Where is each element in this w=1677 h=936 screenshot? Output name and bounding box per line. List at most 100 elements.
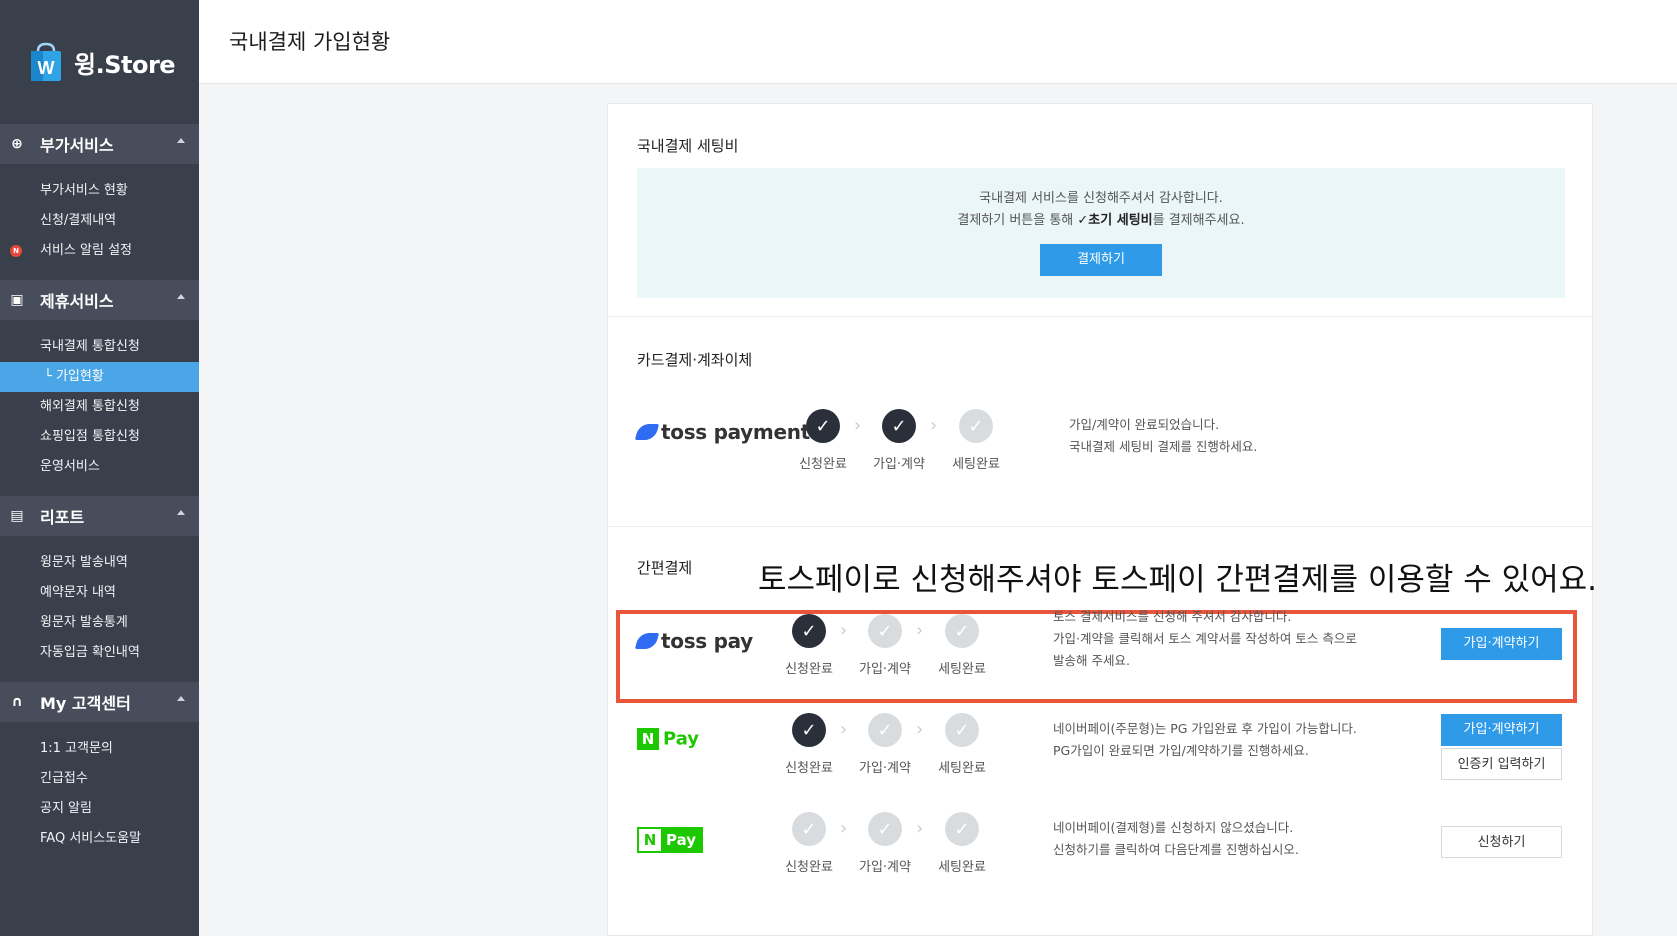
top-bar: 국내결제 가입현황	[199, 0, 1677, 84]
status-card: 국내결제 세팅비 국내결제 서비스를 신청해주셔서 감사합니다. 결제하기 버튼…	[607, 103, 1597, 936]
check-icon: ✓	[945, 812, 979, 846]
sidebar-item[interactable]: 자동입금 확인내역	[0, 638, 199, 668]
logo[interactable]: W 윙.Store	[0, 0, 199, 124]
sidebar-section-4[interactable]: ∩ My 고객센터	[0, 682, 199, 722]
provider-row: toss payments ✓ 신청완료 › ✓ 가입·계약 › ✓ 세팅완료 가입/계약이 완료…	[634, 394, 1565, 484]
sidebar-item[interactable]: 운영서비스	[0, 452, 199, 482]
sidebar-item[interactable]: 국내결제 통합신청	[0, 332, 199, 362]
sidebar-item[interactable]: 긴급접수	[0, 764, 199, 794]
check-icon: ✓	[882, 409, 916, 443]
status-line: 네이버페이(주문형)는 PG 가입완료 후 가입이 가능합니다.	[1053, 721, 1357, 736]
logo-mark: W	[38, 58, 55, 78]
sidebar-item[interactable]: 윙문자 발송내역	[0, 548, 199, 578]
sidebar-section-3[interactable]: ▤ 리포트	[0, 496, 199, 536]
step-label: 가입·계약	[859, 662, 911, 677]
progress-step: ✓ 세팅완료	[922, 713, 1002, 776]
sidebar-section-title: 제휴서비스	[40, 292, 114, 311]
step-label: 가입·계약	[859, 860, 911, 875]
check-icon: ✓	[868, 713, 902, 747]
sidebar-item-label: 신청/결제내역	[40, 213, 117, 228]
sidebar-item-label: 1:1 고객문의	[40, 741, 113, 756]
toss-logo-icon	[634, 633, 660, 649]
headset-icon: ∩	[11, 694, 23, 710]
provider-row: N Pay ✓ 신청완료 › ✓ 가입·계약 › ✓ 세팅완료 네이버페이(주문형)는 PG 가입완…	[637, 698, 1565, 788]
provider-name: Pay	[663, 728, 700, 750]
sidebar-section-title: 리포트	[40, 508, 85, 527]
sidebar-item[interactable]: └ 가입현황	[0, 362, 199, 392]
provider-name: Pay	[661, 829, 702, 851]
step-label: 세팅완료	[952, 457, 1000, 472]
notice-line-2: 결제하기 버튼을 통해 ✓초기 세팅비를 결제해주세요.	[637, 210, 1565, 232]
progress-step: ✓ 신청완료	[769, 614, 849, 677]
sidebar: W 윙.Store ⊕ 부가서비스부가서비스 현황신청/결제내역 N 서비스 알림 설…	[0, 0, 199, 936]
check-icon: ✓	[806, 409, 840, 443]
shopping-bag-icon: W	[28, 42, 64, 82]
notice-line-2-prefix: 결제하기 버튼을 통해	[957, 213, 1078, 228]
notice-line-1: 국내결제 서비스를 신청해주셔서 감사합니다.	[979, 191, 1223, 206]
provider-status-text: 가입/계약이 완료되었습니다. 국내결제 세팅비 결제를 진행하세요.	[1069, 414, 1257, 458]
naver-n-icon: N	[639, 829, 661, 851]
sidebar-item[interactable]: N 서비스 알림 설정	[0, 236, 199, 266]
card-section-title: 카드결제·계좌이체	[637, 351, 753, 369]
easy-pay-section-title: 간편결제	[637, 559, 693, 577]
progress-step: ✓ 가입·계약	[845, 812, 925, 875]
apply-button[interactable]: 신청하기	[1441, 826, 1562, 858]
provider-status-text: 네이버페이(주문형)는 PG 가입완료 후 가입이 가능합니다. PG가입이 완료…	[1053, 718, 1357, 762]
step-label: 가입·계약	[859, 761, 911, 776]
step-label: 신청완료	[785, 662, 833, 677]
toss-logo-icon	[634, 424, 660, 440]
sidebar-section-items: 1:1 고객문의긴급접수공지 알림 FAQ 서비스도움말	[0, 722, 199, 868]
sidebar-item-label: 긴급접수	[40, 771, 88, 786]
sidebar-item-label: └ 가입현황	[44, 369, 104, 384]
check-icon: ✓	[792, 614, 826, 648]
sidebar-item[interactable]: 공지 알림	[0, 794, 199, 824]
collapse-caret-icon[interactable]	[177, 294, 185, 299]
provider-row: toss pay ✓ 신청완료 › ✓ 가입·계약 › ✓ 세팅완료 토스 결제서비스를 신청해 …	[634, 599, 1565, 689]
step-label: 신청완료	[799, 457, 847, 472]
logo-text: 윙.Store	[74, 50, 176, 79]
sidebar-item[interactable]: 예약문자 내역	[0, 578, 199, 608]
sidebar-item[interactable]: FAQ 서비스도움말	[0, 824, 199, 854]
join-contract-button[interactable]: 가입·계약하기	[1441, 714, 1562, 746]
sidebar-section-items: 국내결제 통합신청 └ 가입현황해외결제 통합신청 쇼핑입점 통합신청 운영서비스	[0, 320, 199, 496]
join-contract-button[interactable]: 가입·계약하기	[1441, 628, 1562, 660]
sidebar-item[interactable]: 쇼핑입점 통합신청	[0, 422, 199, 452]
progress-step: ✓ 세팅완료	[922, 614, 1002, 677]
callout-text: 토스페이로 신청해주셔야 토스페이 간편결제를 이용할 수 있어요.	[758, 562, 1598, 598]
progress-step: ✓ 가입·계약	[859, 409, 939, 472]
setting-fee-notice: 국내결제 서비스를 신청해주셔서 감사합니다. 결제하기 버튼을 통해 ✓초기 …	[637, 168, 1565, 298]
sidebar-section-items: 부가서비스 현황신청/결제내역 N 서비스 알림 설정	[0, 164, 199, 280]
status-line: 발송해 주세요.	[1053, 653, 1130, 668]
calendar-icon: ▣	[10, 292, 24, 308]
step-label: 가입·계약	[873, 457, 925, 472]
plus-circle-icon: ⊕	[11, 136, 23, 152]
sidebar-item[interactable]: 부가서비스 현황	[0, 176, 199, 206]
sidebar-section-1[interactable]: ⊕ 부가서비스	[0, 124, 199, 164]
collapse-caret-icon[interactable]	[177, 510, 185, 515]
sidebar-section-2[interactable]: ▣ 제휴서비스	[0, 280, 199, 320]
sidebar-item[interactable]: 신청/결제내역	[0, 206, 199, 236]
provider-logo: N Pay	[637, 728, 699, 750]
sidebar-item-label: 자동입금 확인내역	[40, 645, 140, 660]
check-icon: ✓	[868, 614, 902, 648]
progress-step: ✓ 신청완료	[769, 812, 849, 875]
sidebar-item-label: FAQ 서비스도움말	[40, 831, 142, 846]
setting-fee-title: 국내결제 세팅비	[637, 137, 739, 155]
collapse-caret-icon[interactable]	[177, 138, 185, 143]
collapse-caret-icon[interactable]	[177, 696, 185, 701]
sidebar-item[interactable]: 윙문자 발송통계	[0, 608, 199, 638]
sidebar-item[interactable]: 1:1 고객문의	[0, 734, 199, 764]
sidebar-section-items: 윙문자 발송내역 예약문자 내역 윙문자 발송통계자동입금 확인내역	[0, 536, 199, 682]
check-icon: ✓	[945, 713, 979, 747]
provider-name: toss pay	[661, 629, 753, 653]
progress-step: ✓ 가입·계약	[845, 713, 925, 776]
step-label: 세팅완료	[938, 860, 986, 875]
auth-key-button[interactable]: 인증키 입력하기	[1441, 748, 1562, 780]
check-icon: ✓	[945, 614, 979, 648]
status-line: 신청하기를 클릭하여 다음단계를 진행하십시오.	[1053, 842, 1299, 857]
pay-button[interactable]: 결제하기	[1040, 244, 1162, 276]
sidebar-item[interactable]: 해외결제 통합신청	[0, 392, 199, 422]
progress-step: ✓ 가입·계약	[845, 614, 925, 677]
progress-step: ✓ 세팅완료	[936, 409, 1016, 472]
sidebar-item-label: 서비스 알림 설정	[40, 243, 132, 258]
